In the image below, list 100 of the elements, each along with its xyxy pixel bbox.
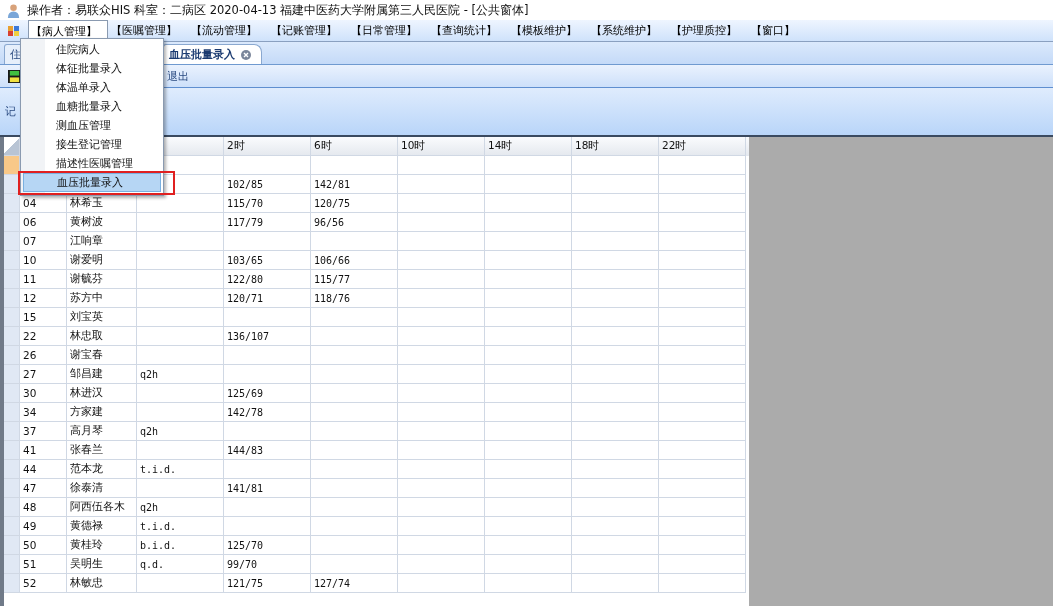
table-cell: 120/75 — [311, 194, 398, 213]
table-cell: 125/70 — [224, 536, 311, 555]
table-cell: 12 — [20, 289, 67, 308]
user-icon — [6, 2, 21, 18]
table-cell: 125/69 — [224, 384, 311, 403]
menu-item[interactable]: 血糖批量录入 — [23, 97, 161, 116]
table-cell: 115/70 — [224, 194, 311, 213]
menu-item[interactable]: 体温单录入 — [23, 78, 161, 97]
column-header: 10时 — [398, 137, 485, 156]
table-cell: q2h — [137, 365, 224, 384]
table-cell: 121/75 — [224, 574, 311, 593]
table-cell: 117/79 — [224, 213, 311, 232]
table-cell: 96/56 — [311, 213, 398, 232]
table-cell: 34 — [20, 403, 67, 422]
table-cell: 122/80 — [224, 270, 311, 289]
table-cell: 苏方中 — [67, 289, 137, 308]
table-cell: 15 — [20, 308, 67, 327]
menu-item[interactable]: 【流动管理】 — [188, 20, 268, 41]
table-cell: 谢毓芬 — [67, 270, 137, 289]
menu-item[interactable]: 【窗口】 — [748, 20, 828, 41]
table-cell: 07 — [20, 232, 67, 251]
menu-item[interactable]: 体征批量录入 — [23, 59, 161, 78]
menu-item[interactable]: 血压批量录入 — [23, 173, 161, 192]
table-cell: b.i.d. — [137, 536, 224, 555]
tab[interactable]: 血压批量录入 — [163, 44, 262, 64]
table-cell: 邹昌建 — [67, 365, 137, 384]
table-cell: 方家建 — [67, 403, 137, 422]
menu-item[interactable]: 【日常管理】 — [348, 20, 428, 41]
table-cell: 47 — [20, 479, 67, 498]
table-cell: 103/65 — [224, 251, 311, 270]
menu-item[interactable]: 【医嘱管理】 — [108, 20, 188, 41]
table-cell: 林进汉 — [67, 384, 137, 403]
table-cell: 刘宝英 — [67, 308, 137, 327]
table-cell: q2h — [137, 422, 224, 441]
table-cell: 120/71 — [224, 289, 311, 308]
table-cell: 26 — [20, 346, 67, 365]
table-cell: 48 — [20, 498, 67, 517]
window-title: 操作者：易联众HIS 科室：二病区 2020-04-13 福建中医药大学附属第三人民医院 - [公共窗体] — [27, 2, 529, 18]
table-cell: 林忠取 — [67, 327, 137, 346]
table-cell: 黄桂玲 — [67, 536, 137, 555]
menu-item[interactable]: 住院病人 — [23, 40, 161, 59]
menu-item[interactable]: 【模板维护】 — [508, 20, 588, 41]
table-cell: 44 — [20, 460, 67, 479]
table-cell: 50 — [20, 536, 67, 555]
tab-label: 住 — [10, 47, 21, 62]
table-cell: 102/85 — [224, 175, 311, 194]
table-cell: 27 — [20, 365, 67, 384]
table-cell: 范本龙 — [67, 460, 137, 479]
table-cell: 144/83 — [224, 441, 311, 460]
menu-item[interactable]: 【系统维护】 — [588, 20, 668, 41]
menu-item[interactable]: 描述性医嘱管理 — [23, 154, 161, 173]
table-cell: 阿西伍各木 — [67, 498, 137, 517]
table-cell: 谢爱明 — [67, 251, 137, 270]
table-cell: 99/70 — [224, 555, 311, 574]
table-cell: 51 — [20, 555, 67, 574]
menu-item[interactable]: 【查询统计】 — [428, 20, 508, 41]
table-cell: 谢宝春 — [67, 346, 137, 365]
table-cell: 118/76 — [311, 289, 398, 308]
table-cell: 141/81 — [224, 479, 311, 498]
table-cell: 11 — [20, 270, 67, 289]
table-cell: 127/74 — [311, 574, 398, 593]
tab-label: 血压批量录入 — [169, 47, 235, 62]
table-cell: 22 — [20, 327, 67, 346]
menu-item[interactable]: 【记账管理】 — [268, 20, 348, 41]
table-cell: 林敏忠 — [67, 574, 137, 593]
menu-item[interactable]: 测血压管理 — [23, 116, 161, 135]
menu-item[interactable]: 【护理质控】 — [668, 20, 748, 41]
corner-cell — [4, 137, 20, 156]
table-cell: 徐泰清 — [67, 479, 137, 498]
table-cell: q.d. — [137, 555, 224, 574]
table-cell: 49 — [20, 517, 67, 536]
menu-item[interactable]: 接生登记管理 — [23, 135, 161, 154]
table-cell: 张春兰 — [67, 441, 137, 460]
table-cell: 106/66 — [311, 251, 398, 270]
table-cell: q2h — [137, 498, 224, 517]
table-cell: 115/77 — [311, 270, 398, 289]
table-cell: 吴明生 — [67, 555, 137, 574]
table-cell: 136/107 — [224, 327, 311, 346]
column-header: 2时 — [224, 137, 311, 156]
column-header: 18时 — [572, 137, 659, 156]
app-icon[interactable] — [8, 24, 20, 37]
close-icon[interactable] — [241, 49, 251, 60]
panel-label: 记 — [5, 104, 16, 119]
row-selector[interactable] — [4, 156, 20, 175]
table-cell: 142/78 — [224, 403, 311, 422]
table-cell: 52 — [20, 574, 67, 593]
table-cell: 10 — [20, 251, 67, 270]
table-cell: 30 — [20, 384, 67, 403]
table-cell: t.i.d. — [137, 460, 224, 479]
table-cell: 37 — [20, 422, 67, 441]
table-cell: 江响章 — [67, 232, 137, 251]
table-cell: 06 — [20, 213, 67, 232]
table-cell: 黄德禄 — [67, 517, 137, 536]
exit-button[interactable]: 退出 — [167, 68, 189, 84]
column-header: 22时 — [659, 137, 746, 156]
table-cell: 高月琴 — [67, 422, 137, 441]
column-header: 6时 — [311, 137, 398, 156]
table-cell: 142/81 — [311, 175, 398, 194]
column-header: 14时 — [485, 137, 572, 156]
table-cell: 41 — [20, 441, 67, 460]
